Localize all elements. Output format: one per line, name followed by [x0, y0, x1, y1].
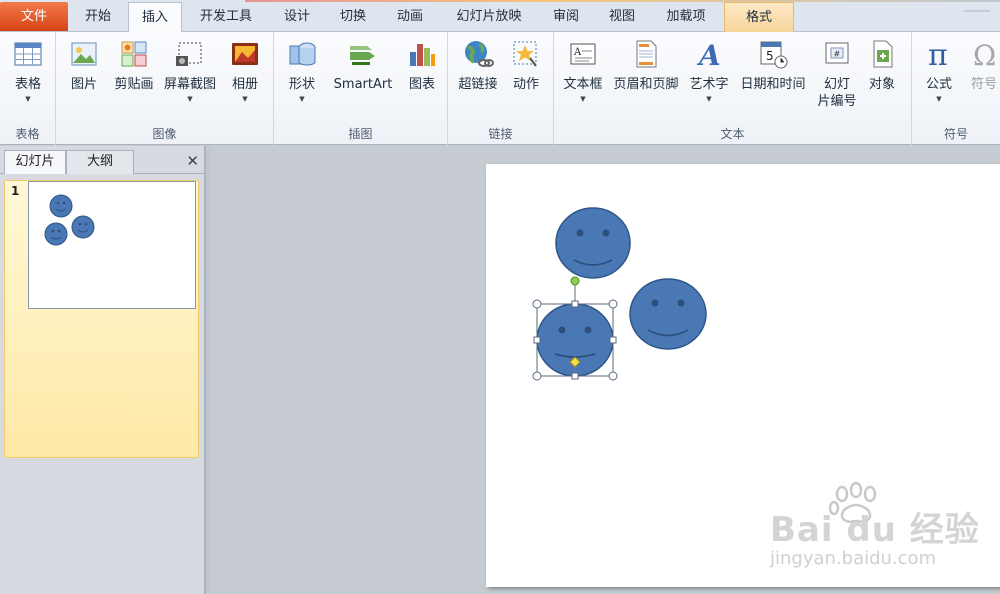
- resize-handle-left[interactable]: [533, 336, 541, 344]
- smiley-face-shape[interactable]: [555, 207, 631, 279]
- resize-handle-top-left[interactable]: [532, 299, 542, 309]
- watermark-url: jingyan.baidu.com: [770, 548, 937, 569]
- resize-handle-bottom-right[interactable]: [608, 371, 618, 381]
- resize-handle-top[interactable]: [571, 300, 579, 308]
- smiley-face-shape[interactable]: [629, 278, 707, 350]
- resize-handle-bottom-left[interactable]: [532, 371, 542, 381]
- resize-handle-bottom[interactable]: [571, 372, 579, 380]
- watermark-brand: Bai du 经验: [770, 510, 980, 550]
- resize-handle-right[interactable]: [609, 336, 617, 344]
- rotate-handle[interactable]: [570, 276, 580, 286]
- baidu-watermark: Bai du 经验 jingyan.baidu.com: [770, 480, 990, 580]
- resize-handle-top-right[interactable]: [608, 299, 618, 309]
